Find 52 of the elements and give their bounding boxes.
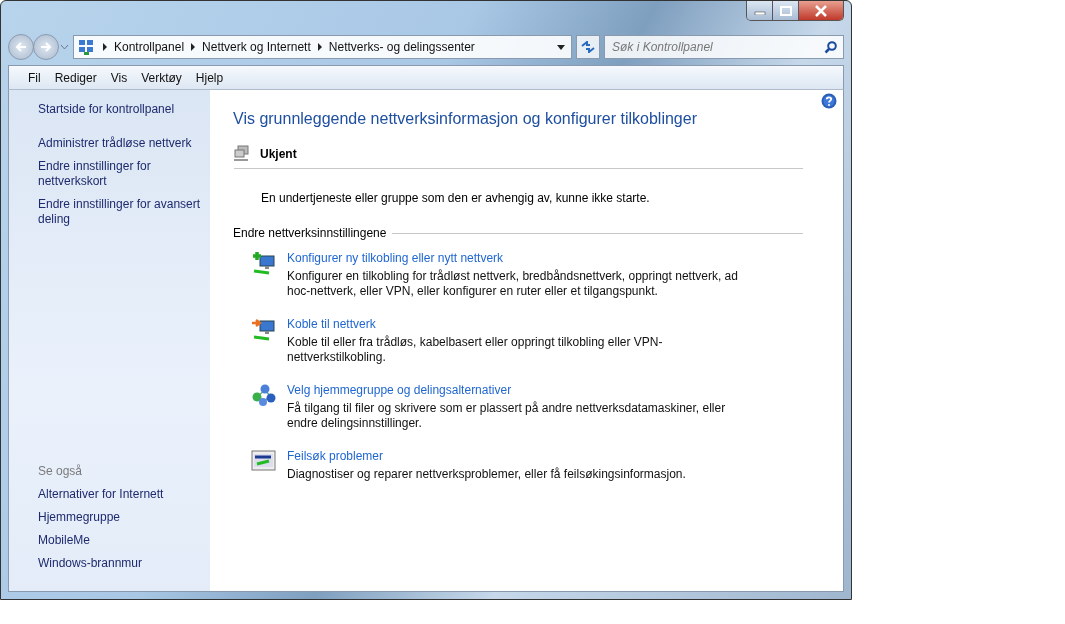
- dropdown-icon[interactable]: [557, 44, 565, 50]
- task-link[interactable]: Koble til nettverk: [287, 317, 376, 331]
- page-title: Vis grunnleggende nettverksinformasjon og konfigurer tilkoblinger: [233, 110, 698, 128]
- menu-item[interactable]: Vis: [103, 68, 135, 87]
- search-field[interactable]: Søk i Kontrollpanel: [604, 35, 844, 59]
- close-button[interactable]: [799, 1, 843, 20]
- section-heading: Endre nettverksinnstillingene: [233, 226, 387, 240]
- menu-item[interactable]: Hjelp: [188, 68, 231, 87]
- network-computer-icon: [234, 145, 250, 163]
- task-link[interactable]: Velg hjemmegruppe og delingsalternativer: [287, 383, 512, 397]
- task-description: Koble til eller fra trådløs, kabelbasert eller oppringt tilkobling eller VPN-nettverkstilkobling.: [287, 335, 664, 365]
- recent-pages-icon[interactable]: [60, 44, 69, 50]
- sidebar-link[interactable]: Endre innstillinger for nettverkskort: [38, 159, 210, 189]
- chevron-icon[interactable]: [190, 43, 197, 51]
- task-link[interactable]: Konfigurer ny tilkobling eller nytt nettverk: [287, 251, 504, 265]
- network-name: Ukjent: [260, 147, 297, 161]
- back-button[interactable]: [8, 34, 34, 60]
- sidebar-link[interactable]: Endre innstillinger for avansert deling: [38, 197, 210, 227]
- close-icon[interactable]: [814, 4, 828, 17]
- see-also-heading: Se også: [38, 464, 84, 478]
- menu-item[interactable]: Verktøy: [134, 68, 189, 87]
- help-icon[interactable]: [821, 93, 837, 109]
- see-also-link[interactable]: Alternativer for Internett: [38, 487, 166, 502]
- task-description: Konfigurer en tilkobling for trådløst nettverk, bredbåndsnettverk, oppringt nettverk, ad hoc-nettverk, eller VPN, eller konfigurer en ruter eller et tilgangspunkt.: [287, 269, 739, 299]
- chevron-icon[interactable]: [102, 43, 108, 51]
- see-also-link[interactable]: Windows-brannmur: [38, 556, 145, 571]
- homegroup-icon: [251, 383, 277, 407]
- address-bar[interactable]: Kontrollpanel Nettverk og Internett Nettverks- og delingssenter: [73, 35, 572, 59]
- refresh-icon[interactable]: [580, 41, 596, 53]
- chevron-icon[interactable]: [316, 43, 323, 51]
- control-panel-icon: [78, 39, 94, 55]
- network-add-icon: [251, 251, 277, 275]
- see-also-link[interactable]: Hjemmegruppe: [38, 510, 123, 525]
- task-description: Få tilgang til filer og skrivere som er plassert på andre nettverksdatamaskiner, eller endre delingsinnstillinger.: [287, 401, 727, 431]
- breadcrumb[interactable]: Nettverk og Internett: [202, 40, 311, 54]
- task-link[interactable]: Feilsøk problemer: [287, 449, 384, 463]
- minimize-button[interactable]: [747, 1, 773, 20]
- status-message: En undertjeneste eller gruppe som den er avhengig av, kunne ikke starte.: [260, 191, 651, 205]
- menu-item[interactable]: Fil: [21, 68, 48, 87]
- search-icon[interactable]: [824, 41, 837, 54]
- menu-item[interactable]: Rediger: [47, 68, 104, 87]
- see-also-link[interactable]: MobileMe: [38, 533, 93, 548]
- breadcrumb[interactable]: Kontrollpanel: [114, 40, 185, 54]
- task-description: Diagnostiser og reparer nettverksproblemer, eller få feilsøkingsinformasjon.: [287, 467, 686, 482]
- breadcrumb[interactable]: Nettverks- og delingssenter: [328, 40, 475, 54]
- sidebar-link[interactable]: Startside for kontrollpanel: [38, 102, 177, 117]
- troubleshoot-icon: [251, 449, 277, 473]
- forward-button[interactable]: [33, 34, 59, 60]
- refresh-button[interactable]: [576, 35, 600, 59]
- network-connect-icon: [251, 317, 277, 341]
- sidebar-link[interactable]: Administrer trådløse nettverk: [38, 136, 194, 151]
- maximize-button[interactable]: [773, 1, 799, 20]
